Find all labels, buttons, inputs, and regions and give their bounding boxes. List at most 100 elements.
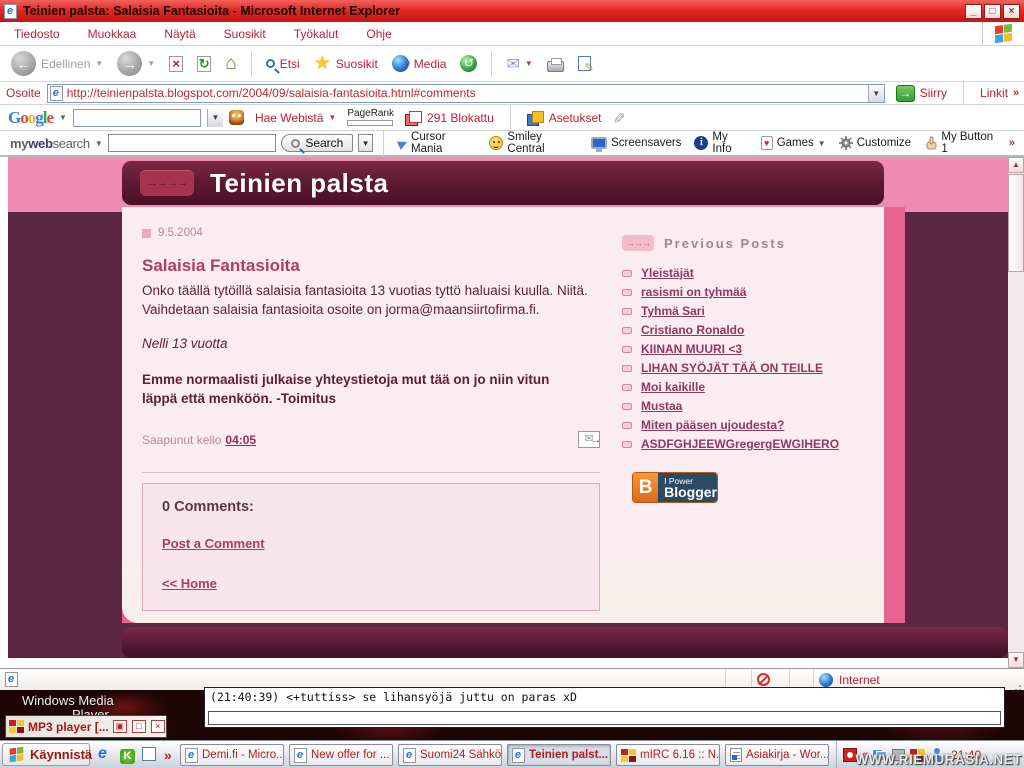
- customize-button[interactable]: Customize: [835, 136, 915, 150]
- task-mirc[interactable]: mIRC 6.16 :: N...: [616, 744, 720, 766]
- google-search-input[interactable]: [73, 109, 201, 127]
- previous-post-link[interactable]: Mustaa: [641, 399, 682, 413]
- google-logo[interactable]: Google: [8, 108, 53, 128]
- home-button[interactable]: ⌂: [220, 54, 241, 74]
- menu-nayta[interactable]: Näytä: [150, 27, 209, 41]
- chat-input[interactable]: [208, 711, 1001, 725]
- quicklaunch-kazaa-icon[interactable]: K: [120, 746, 135, 764]
- media-button[interactable]: Media: [387, 53, 452, 74]
- menu-tyokalut[interactable]: Työkalut: [280, 27, 353, 41]
- edit-button[interactable]: [573, 54, 596, 73]
- back-button[interactable]: ← Edellinen ▼: [6, 49, 108, 78]
- go-button[interactable]: → Siirry: [891, 83, 952, 104]
- menu-muokkaa[interactable]: Muokkaa: [74, 27, 151, 41]
- previous-post-link[interactable]: LIHAN SYÖJÄT TÄÄ ON TEILLE: [641, 361, 823, 375]
- task-new-offer[interactable]: New offer for ...: [289, 744, 393, 766]
- previous-post-link[interactable]: Moi kaikille: [641, 380, 705, 394]
- mywebsearch-logo[interactable]: mywebsearch: [10, 136, 90, 151]
- google-logo-dropdown-icon[interactable]: ▼: [59, 113, 67, 122]
- mws-logo-dropdown-icon[interactable]: ▼: [95, 139, 103, 148]
- task-suomi24[interactable]: Suomi24 Sähkö...: [398, 744, 502, 766]
- my-info-button[interactable]: i My Info: [690, 131, 751, 155]
- mirc-tray-icon[interactable]: [910, 749, 925, 762]
- network-icon[interactable]: [872, 749, 887, 761]
- restore-icon[interactable]: ▣: [113, 720, 127, 733]
- tray-grey-icon[interactable]: [892, 749, 905, 761]
- history-button[interactable]: ↺: [455, 53, 482, 74]
- list-item: Miten pääsen ujoudesta?: [622, 418, 874, 432]
- google-input-dropdown-icon[interactable]: ▼: [207, 109, 223, 127]
- highlighter-pen-icon[interactable]: ✎: [610, 111, 628, 124]
- minimize-button[interactable]: _: [965, 4, 982, 19]
- close-button[interactable]: ×: [1003, 4, 1020, 19]
- previous-post-link[interactable]: rasismi on tyhmää: [641, 285, 746, 299]
- menu-ohje[interactable]: Ohje: [352, 27, 405, 41]
- menu-suosikit[interactable]: Suosikit: [210, 27, 280, 41]
- previous-post-link[interactable]: ASDFGHJEEWGregergEWGIHERO: [641, 437, 839, 451]
- links-button[interactable]: Linkit »: [975, 84, 1023, 102]
- task-demi[interactable]: Demi.fi - Micro...: [180, 744, 284, 766]
- task-teinien-palsta[interactable]: Teinien palst...: [507, 744, 611, 766]
- favorites-button[interactable]: ★ Suosikit: [309, 54, 383, 74]
- mywebsearch-input[interactable]: [108, 134, 277, 152]
- home-link[interactable]: << Home: [162, 576, 217, 591]
- menu-tiedosto[interactable]: Tiedosto: [0, 27, 74, 41]
- smiley-central-button[interactable]: Smiley Central: [485, 131, 582, 155]
- refresh-button[interactable]: ↻: [192, 54, 216, 74]
- search-button[interactable]: Etsi: [261, 55, 305, 73]
- desktop: Windows Media Player MP3 player [... ▣ □…: [0, 690, 1024, 740]
- address-dropdown-icon[interactable]: ▼: [868, 85, 884, 102]
- popup-blocker-button[interactable]: 291 Blokattu: [400, 109, 499, 127]
- quicklaunch-chevron-icon[interactable]: »: [164, 747, 171, 763]
- toolbar-overflow-chevron-icon[interactable]: »: [1009, 137, 1014, 149]
- resize-grip[interactable]: [1010, 669, 1024, 690]
- mail-button[interactable]: ✉ ▼: [501, 52, 537, 76]
- vertical-scrollbar[interactable]: ▲ ▼: [1008, 157, 1024, 668]
- quicklaunch-ie-icon[interactable]: e: [98, 745, 107, 763]
- start-button[interactable]: Käynnistä: [2, 743, 90, 766]
- user-icon[interactable]: [930, 748, 944, 762]
- quicklaunch-desktop-icon[interactable]: [142, 747, 156, 764]
- games-button[interactable]: ♥ Games ▼: [757, 136, 830, 150]
- tray-chevron-icon[interactable]: «: [862, 749, 867, 761]
- close-icon[interactable]: ×: [151, 720, 165, 733]
- forward-button[interactable]: → ▼: [112, 49, 160, 78]
- list-item: LIHAN SYÖJÄT TÄÄ ON TEILLE: [622, 361, 874, 375]
- previous-post-link[interactable]: Cristiano Ronaldo: [641, 323, 744, 337]
- mws-search-button[interactable]: Search: [281, 134, 353, 152]
- privacy-report-icon[interactable]: [757, 673, 770, 686]
- print-button[interactable]: [542, 54, 569, 74]
- my-button-1[interactable]: My Button 1: [920, 131, 1004, 155]
- mws-search-dropdown-icon[interactable]: ▼: [358, 134, 372, 152]
- previous-post-link[interactable]: Yleistäjät: [641, 266, 694, 280]
- scrollbar-thumb[interactable]: [1008, 174, 1024, 272]
- media-globe-icon: [392, 55, 409, 72]
- previous-post-link[interactable]: Tyhmä Sari: [641, 304, 705, 318]
- tray-red-icon[interactable]: [843, 748, 857, 762]
- stop-icon: ×: [169, 56, 183, 72]
- pagerank-widget[interactable]: PageRank: [347, 109, 394, 126]
- google-search-web-button[interactable]: Hae Webistä ▼: [250, 109, 341, 127]
- blogger-badge[interactable]: B I Power Blogger: [632, 472, 718, 503]
- previous-post-link[interactable]: KIINAN MUURI <3: [641, 342, 742, 356]
- previous-post-link[interactable]: Miten pääsen ujoudesta?: [641, 418, 784, 432]
- maximize-button[interactable]: □: [984, 4, 1001, 19]
- scroll-up-icon[interactable]: ▲: [1008, 157, 1024, 173]
- mywebsearch-toolbar: mywebsearch ▼ Search ▼ ▶ Cursor Mania Sm…: [0, 131, 1024, 157]
- header-arrows-icon: →→→→: [140, 170, 194, 196]
- cursor-mania-button[interactable]: ▶ Cursor Mania: [394, 131, 481, 155]
- stop-button[interactable]: ×: [164, 54, 188, 74]
- post-timestamp-link[interactable]: 04:05: [225, 433, 256, 447]
- screensavers-button[interactable]: Screensavers: [587, 137, 685, 149]
- scroll-down-icon[interactable]: ▼: [1008, 652, 1024, 668]
- toolbar-separator: [491, 51, 492, 77]
- internet-zone-icon: [819, 673, 833, 687]
- address-input[interactable]: http://teinienpalsta.blogspot.com/2004/0…: [47, 84, 885, 103]
- post-a-comment-link[interactable]: Post a Comment: [162, 536, 265, 551]
- google-settings-button[interactable]: Asetukset: [522, 109, 607, 127]
- mp3-player-window[interactable]: MP3 player [... ▣ □ ×: [5, 715, 167, 738]
- maximize-icon[interactable]: □: [132, 720, 146, 733]
- task-wordpad[interactable]: Asiakirja - Wor...: [725, 744, 829, 766]
- toolbar-separator: [510, 105, 511, 131]
- email-post-icon[interactable]: ✉: [578, 431, 600, 448]
